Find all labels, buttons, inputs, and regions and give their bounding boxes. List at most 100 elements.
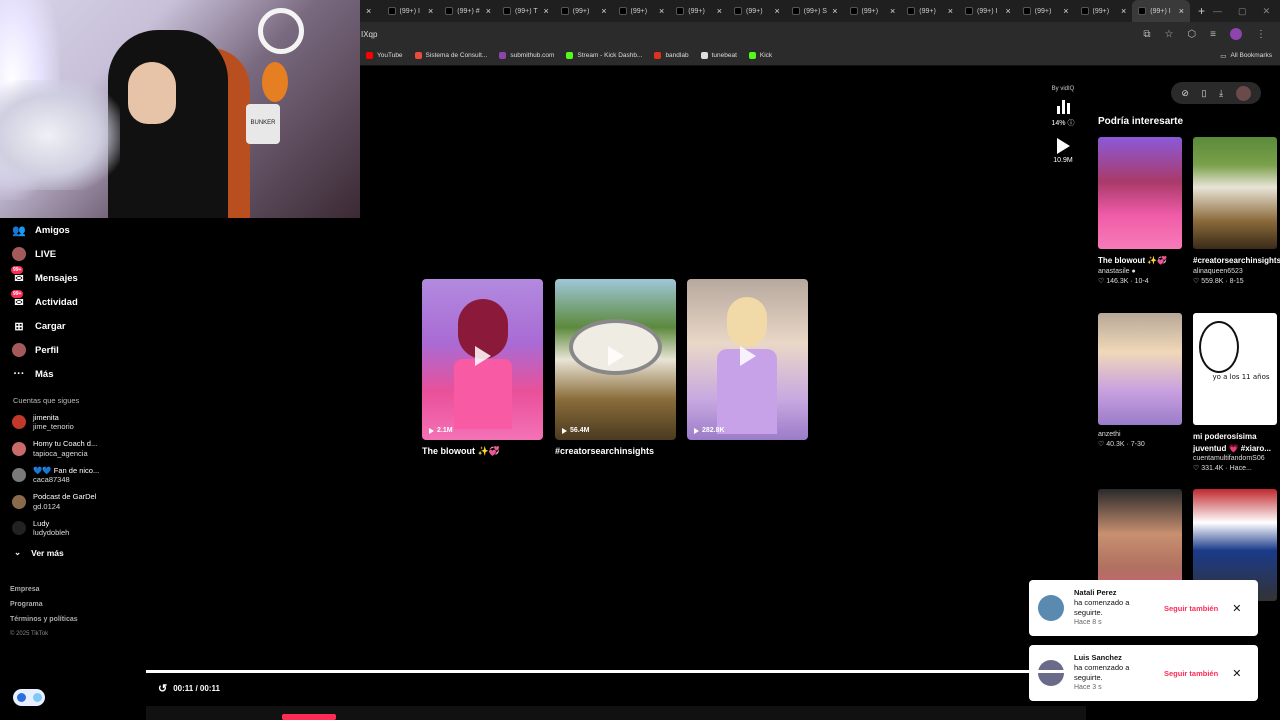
close-icon[interactable]: × [544,6,549,16]
close-icon[interactable]: × [1063,6,1068,16]
close-icon[interactable]: × [717,6,722,16]
nav-item[interactable]: ⊞ Cargar [0,314,146,338]
suggestion-username: anzethi [1098,431,1121,438]
close-icon[interactable]: × [486,6,491,16]
close-icon[interactable]: ✕ [1232,602,1241,615]
following-item[interactable]: 💙💙 Fan de nico... caca87348 [0,462,146,489]
video-thumbnail[interactable]: 56.4M [555,279,676,440]
close-icon[interactable]: × [366,6,371,16]
suggestion-card[interactable]: The blowout ✨💞 anastasile ● ♡ 146.3K · 10-… [1098,137,1182,285]
close-icon[interactable]: × [775,6,780,16]
follow-back-button[interactable]: Seguir también [1164,604,1218,613]
suggestion-card[interactable]: #creatorsearchinsights alinaqueen6523 ♡ 55… [1193,137,1280,285]
extension-icon [16,693,26,702]
footer-link-terms[interactable]: Términos y políticas [10,616,146,631]
compass-icon[interactable]: ⊘ [1181,88,1189,99]
bookmark-item[interactable]: Kick [743,52,778,59]
browser-tab[interactable]: (99+) × [1075,0,1133,22]
close-icon[interactable]: × [832,6,837,16]
star-icon[interactable]: ☆ [1164,29,1173,40]
nav-item[interactable]: 👥 Amigos [0,218,146,242]
extensions-icon[interactable]: ⬡ [1187,29,1196,40]
following-item[interactable]: Ludy ludydobleh [0,515,146,542]
maximize-icon[interactable]: ▢ [1238,6,1247,17]
browser-tab[interactable]: (99+) # × [439,0,497,22]
footer-link-company[interactable]: Empresa [10,586,146,601]
progress-bar[interactable] [146,670,1086,673]
profile-avatar[interactable] [1230,28,1242,40]
suggestion-thumbnail[interactable] [1098,313,1182,425]
suggestion-thumbnail[interactable]: yo a los 11 años [1193,313,1277,425]
bookmark-item[interactable]: submithub.com [493,52,560,59]
nav-item[interactable]: ✉ 99+ Actividad [0,290,146,314]
replay-icon[interactable]: ↺ [158,682,167,695]
stats-bars-icon[interactable] [1046,98,1080,114]
browser-tab[interactable]: (99+) × [901,0,959,22]
download-icon[interactable]: ⤓ [1219,88,1223,99]
browser-tab[interactable]: (99+) × [728,0,786,22]
url-text[interactable]: IXqp [360,30,377,39]
browser-tab[interactable]: × [360,0,382,22]
footer-link-program[interactable]: Programa [10,601,146,616]
browser-tab[interactable]: (99+) I × [959,0,1017,22]
nav-item[interactable]: ✉ 99+ Mensajes [0,266,146,290]
close-icon[interactable]: ✕ [1232,667,1241,680]
video-caption[interactable]: The blowout ✨💞 [422,446,500,457]
upload-icon-glyph: ⊞ [14,320,24,333]
play-icon[interactable] [1056,138,1070,154]
nav-item[interactable]: LIVE [0,242,146,266]
extension-pill[interactable] [13,689,45,706]
following-list: jimenita jime_tenorio Homy tu Coach d... ta… [0,409,146,542]
bookmark-item[interactable]: Stream - Kick Dashb... [560,52,648,59]
mobile-icon[interactable]: ▯ [1201,88,1206,99]
following-item[interactable]: Podcast de GarDel gd.0124 [0,489,146,516]
close-icon[interactable]: × [948,6,953,16]
suggestion-card[interactable]: yo a los 11 años mi poderosísima juventud… [1193,313,1277,472]
menu-icon[interactable]: ⋮ [1256,29,1266,40]
video-caption[interactable]: #creatorsearchinsights [555,446,654,456]
bookmark-item[interactable]: Sistema de Consult... [409,52,494,59]
address-bar[interactable]: IXqp ⧉ ☆ ⬡ ≡ ⋮ [360,22,1280,46]
following-item[interactable]: Homy tu Coach d... tapioca_agencia [0,436,146,463]
browser-tab[interactable]: (99+) × [670,0,728,22]
follow-button-partial[interactable] [282,714,336,720]
user-avatar[interactable] [1235,85,1251,101]
close-icon[interactable]: × [659,6,664,16]
nav-item[interactable]: ··· Más [0,362,146,386]
nav-item[interactable]: Perfil [0,338,146,362]
browser-tab[interactable]: (99+) S × [786,0,844,22]
close-icon[interactable]: × [890,6,895,16]
new-tab-button[interactable]: + [1190,4,1213,18]
close-icon[interactable]: × [1121,6,1126,16]
close-icon[interactable]: × [428,6,433,16]
bookmark-item[interactable]: tunebeat [695,52,743,59]
suggestion-thumbnail[interactable] [1098,137,1182,249]
suggestion-thumbnail[interactable] [1193,137,1277,249]
close-icon[interactable]: × [1179,6,1184,16]
browser-tab[interactable]: (99+) I × [382,0,440,22]
browser-tab[interactable]: (99+) T × [497,0,555,22]
suggestion-card[interactable]: anzethi ♡ 40.3K · 7-30 [1098,313,1182,448]
install-icon[interactable]: ⧉ [1143,29,1150,40]
all-bookmarks[interactable]: ▭ All Bookmarks [1220,52,1280,60]
video-thumbnail[interactable]: 2.1M [422,279,543,440]
browser-tab[interactable]: (99+) I × [1132,0,1191,22]
bookmark-item[interactable]: bandlab [648,52,694,59]
browser-tab[interactable]: (99+) × [1017,0,1075,22]
browser-tab[interactable]: (99+) × [844,0,902,22]
video-thumbnail[interactable]: 282.8K [687,279,808,440]
info-icon[interactable]: ⓘ [1067,120,1074,127]
media-icon[interactable]: ≡ [1210,29,1216,40]
browser-tab[interactable]: (99+) × [555,0,613,22]
see-more-button[interactable]: ⌄ Ver más [0,542,146,564]
close-window-icon[interactable]: ✕ [1263,6,1271,17]
following-item[interactable]: jimenita jime_tenorio [0,409,146,436]
minimize-icon[interactable]: — [1213,6,1222,17]
browser-tab[interactable]: (99+) × [613,0,671,22]
bookmark-item[interactable]: YouTube [360,52,409,59]
close-icon[interactable]: × [1006,6,1011,16]
nav-label: Cargar [35,320,66,332]
play-small-icon [562,427,567,434]
close-icon[interactable]: × [601,6,606,16]
follow-back-button[interactable]: Seguir también [1164,669,1218,678]
